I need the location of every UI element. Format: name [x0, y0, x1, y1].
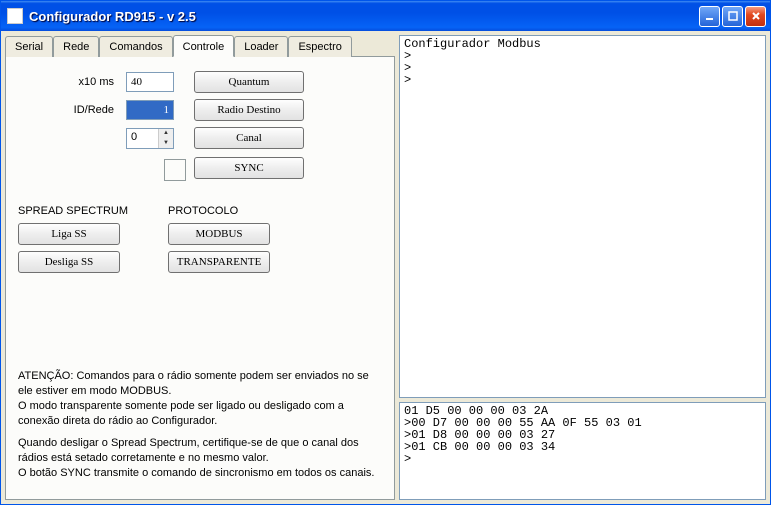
tab-comandos[interactable]: Comandos	[99, 36, 172, 57]
tab-loader[interactable]: Loader	[234, 36, 288, 57]
modbus-button[interactable]: MODBUS	[168, 223, 270, 245]
right-panel: Configurador Modbus > > > 01 D5 00 00 00…	[399, 35, 766, 500]
tabstrip: Serial Rede Comandos Controle Loader Esp…	[5, 35, 395, 56]
close-button[interactable]	[745, 6, 766, 27]
canal-button[interactable]: Canal	[194, 127, 304, 149]
minimize-icon	[705, 11, 715, 21]
quantum-button[interactable]: Quantum	[194, 71, 304, 93]
liga-ss-button[interactable]: Liga SS	[18, 223, 120, 245]
info-para-2: Quando desligar o Spread Spectrum, certi…	[18, 436, 376, 481]
titlebar: Configurador RD915 - v 2.5	[1, 1, 770, 31]
tab-body-controle: x10 ms Quantum ID/Rede Radio Destino 0 ▲…	[5, 56, 395, 500]
chevron-up-icon[interactable]: ▲	[158, 129, 173, 139]
sync-button[interactable]: SYNC	[194, 157, 304, 179]
canal-spinner[interactable]: 0 ▲ ▼	[126, 128, 174, 149]
desliga-ss-button[interactable]: Desliga SS	[18, 251, 120, 273]
left-panel: Serial Rede Comandos Controle Loader Esp…	[5, 35, 395, 500]
console-bottom[interactable]: 01 D5 00 00 00 03 2A >00 D7 00 00 00 55 …	[399, 402, 766, 500]
x10ms-label: x10 ms	[18, 76, 118, 88]
id-rede-input[interactable]	[126, 100, 174, 120]
console-top[interactable]: Configurador Modbus > > >	[399, 35, 766, 398]
chevron-down-icon[interactable]: ▼	[158, 138, 173, 148]
tab-controle[interactable]: Controle	[173, 35, 235, 57]
app-icon	[7, 8, 23, 24]
info-para-1: ATENÇÃO: Comandos para o rádio somente p…	[18, 369, 376, 428]
id-rede-label: ID/Rede	[18, 104, 118, 116]
window-title: Configurador RD915 - v 2.5	[29, 9, 699, 24]
close-icon	[751, 11, 761, 21]
x10ms-input[interactable]	[126, 72, 174, 92]
tab-serial[interactable]: Serial	[5, 36, 53, 57]
info-text: ATENÇÃO: Comandos para o rádio somente p…	[18, 369, 382, 489]
protocolo-heading: PROTOCOLO	[168, 205, 270, 217]
form-grid: x10 ms Quantum ID/Rede Radio Destino 0 ▲…	[18, 71, 382, 181]
app-window: Configurador RD915 - v 2.5 Serial Rede C…	[0, 0, 771, 505]
transparente-button[interactable]: TRANSPARENTE	[168, 251, 270, 273]
spread-spectrum-heading: SPREAD SPECTRUM	[18, 205, 128, 217]
tab-rede[interactable]: Rede	[53, 36, 99, 57]
client-area: Serial Rede Comandos Controle Loader Esp…	[1, 31, 770, 504]
protocolo-section: PROTOCOLO MODBUS TRANSPARENTE	[168, 205, 270, 279]
maximize-button[interactable]	[722, 6, 743, 27]
maximize-icon	[728, 11, 738, 21]
spread-spectrum-section: SPREAD SPECTRUM Liga SS Desliga SS	[18, 205, 128, 279]
tab-espectro[interactable]: Espectro	[288, 36, 351, 57]
minimize-button[interactable]	[699, 6, 720, 27]
radio-destino-button[interactable]: Radio Destino	[194, 99, 304, 121]
indicator-box	[164, 159, 186, 181]
